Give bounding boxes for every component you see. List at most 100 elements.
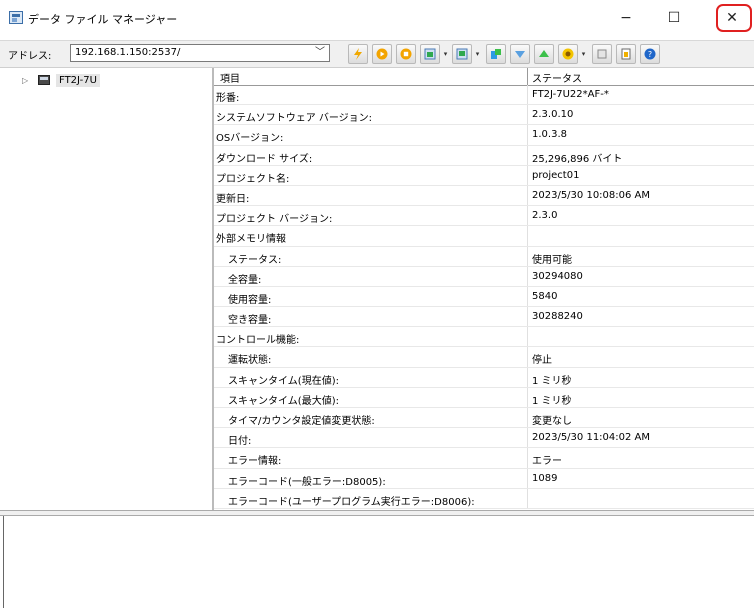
row-value: エラー [532,456,562,468]
help-icon[interactable]: ? [640,44,660,64]
row-value: 30294080 [532,270,583,282]
row-divider [527,206,528,226]
row-divider [527,85,528,105]
table-row[interactable]: エラーコード(ユーザープログラム実行エラー:D8006): [214,488,754,509]
row-divider [527,408,528,428]
table-row[interactable]: コントロール機能: [214,327,754,348]
table-row[interactable]: プロジェクト名: project01 [214,165,754,186]
title-bar: データ ファイル マネージャー − ☐ ✕ [0,0,754,36]
maximize-button[interactable]: ☐ [654,0,694,36]
row-value: 変更なし [532,416,572,427]
bottom-pane-edge [0,516,4,608]
row-value: 30288240 [532,311,583,323]
table-row[interactable]: プロジェクト バージョン: 2.3.0 [214,206,754,227]
row-key: タイマ/カウンタ設定値変更状態: [228,416,375,427]
table-row[interactable]: OSバージョン: 1.0.3.8 [214,125,754,146]
chevron-down-icon[interactable]: ﹀ [315,45,325,61]
address-label: アドレス: [8,51,52,62]
row-divider [527,125,528,145]
transfer-icon[interactable] [486,44,506,64]
minimize-button[interactable]: − [606,0,646,36]
app-icon [9,11,23,24]
table-row[interactable]: 更新日: 2023/5/30 10:08:06 AM [214,185,754,207]
row-value: 2.3.0 [532,210,558,222]
column-header-item[interactable]: 項目 [220,70,240,85]
row-divider [527,246,528,266]
row-divider [527,488,528,508]
table-row[interactable]: 運転状態: 停止 [214,347,754,368]
row-value: FT2J-7U22*AF-* [532,89,609,100]
row-divider [527,266,528,286]
window-title: データ ファイル マネージャー [28,13,178,26]
table-row[interactable]: スキャンタイム(最大値): 1 ミリ秒 [214,387,754,408]
row-divider [527,226,528,246]
target-dropdown[interactable]: ▾ [579,44,588,64]
play-icon[interactable] [372,44,392,64]
table-row[interactable]: 全容量: 30294080 [214,266,754,287]
row-key: エラーコード(一般エラー:D8005): [228,476,386,488]
target-icon[interactable] [558,44,578,64]
row-key: 形番: [216,93,240,104]
row-divider [527,327,528,347]
row-value: 2023/5/30 11:04:02 AM [532,432,651,444]
tree-node-ft2j-7u[interactable]: FT2J-7U [56,74,100,87]
row-key: OSバージョン: [216,133,284,145]
row-divider [527,105,528,125]
table-row[interactable]: 空き容量: 30288240 [214,307,754,328]
row-divider [527,286,528,307]
row-key: コントロール機能: [216,335,300,347]
row-key: 外部メモリ情報 [216,234,286,246]
row-divider [527,145,528,165]
download-dropdown[interactable]: ▾ [441,44,450,64]
table-row[interactable]: システムソフトウェア バージョン: 2.3.0.10 [214,105,754,126]
row-key: スキャンタイム(最大値): [228,395,339,407]
table-row[interactable]: 外部メモリ情報 [214,226,754,247]
row-key: 更新日: [216,193,250,205]
row-value: 25,296,896 バイト [532,153,623,165]
table-row[interactable]: ステータス: 使用可能 [214,246,754,267]
row-key: プロジェクト名: [216,173,290,185]
arrow-up-icon[interactable] [534,44,554,64]
row-value: 2023/5/30 10:08:06 AM [532,189,651,201]
upload-dropdown[interactable]: ▾ [473,44,482,64]
row-key: 使用容量: [228,294,272,306]
row-divider [527,367,528,387]
row-value: 停止 [532,355,552,367]
table-row[interactable]: 使用容量: 5840 [214,286,754,308]
address-combo[interactable]: 192.168.1.150:2537/ ﹀ [70,44,330,62]
lightning-icon[interactable] [348,44,368,64]
eraser-icon[interactable] [592,44,612,64]
stop-icon[interactable] [396,44,416,64]
row-key: ステータス: [228,254,282,266]
device-icon [38,75,50,85]
row-key: エラー情報: [228,456,282,468]
row-key: 全容量: [228,274,262,286]
arrow-down-icon[interactable] [510,44,530,64]
table-row[interactable]: タイマ/カウンタ設定値変更状態: 変更なし [214,408,754,429]
column-divider[interactable] [527,68,528,85]
download-icon[interactable] [420,44,440,64]
tree-expand-icon[interactable]: ▷ [22,76,28,85]
table-row[interactable]: 日付: 2023/5/30 11:04:02 AM [214,428,754,449]
row-divider [527,347,528,367]
row-value: project01 [532,169,580,181]
table-row[interactable]: 形番: FT2J-7U22*AF-* [214,85,754,106]
row-key: ダウンロード サイズ: [216,153,313,165]
upload-icon[interactable] [452,44,472,64]
row-key: システムソフトウェア バージョン: [216,113,373,125]
device-tree: ▷ FT2J-7U [0,68,213,510]
row-divider [527,387,528,407]
table-row[interactable]: エラー情報: エラー [214,448,754,469]
document-icon[interactable] [616,44,636,64]
grid-header: 項目 ステータス [214,68,754,86]
column-header-status[interactable]: ステータス [532,70,582,85]
address-bar: アドレス: 192.168.1.150:2537/ ﹀ ▾ ▾ ▾ ? [0,40,754,68]
close-highlight-annotation [716,4,752,32]
row-divider [527,307,528,327]
grid-rows: 形番: FT2J-7U22*AF-* システムソフトウェア バージョン: 2.3.0.… [214,85,754,509]
row-value: 1 ミリ秒 [532,375,572,387]
table-row[interactable]: ダウンロード サイズ: 25,296,896 バイト [214,145,754,166]
table-row[interactable]: エラーコード(一般エラー:D8005): 1089 [214,468,754,489]
row-divider [527,428,528,448]
table-row[interactable]: スキャンタイム(現在値): 1 ミリ秒 [214,367,754,388]
